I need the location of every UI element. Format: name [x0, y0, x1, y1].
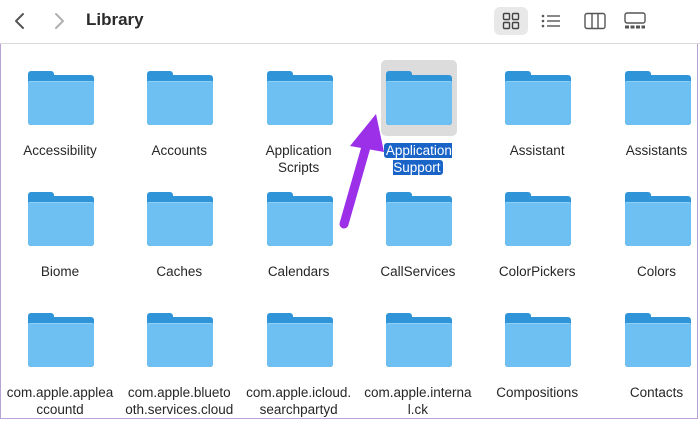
folder-icon: [147, 71, 214, 125]
folder-icon: [624, 313, 691, 367]
folder-item[interactable]: Compositions: [478, 302, 596, 416]
folder-label: Compositions: [496, 385, 579, 400]
folder-label: Assistants: [625, 143, 688, 158]
folder-icon: [624, 71, 691, 125]
folder-icon-container: [500, 60, 576, 136]
folder-item[interactable]: Application Scripts: [240, 60, 358, 175]
folder-label: Accessibility: [23, 143, 97, 158]
list-icon: [541, 14, 560, 28]
folder-item[interactable]: Accounts: [120, 60, 238, 174]
folder-grid: Accessibility Accounts Application Scripts…: [0, 60, 700, 421]
folder-label: ColorPickers: [498, 264, 576, 279]
folder-icon-container: [23, 60, 99, 136]
folder-icon-container: [620, 302, 696, 378]
folder-icon: [505, 313, 572, 367]
folder-icon: [385, 313, 452, 367]
folder-item[interactable]: com.apple.icloud. searchpartyd: [240, 302, 358, 417]
folder-icon-container: [262, 302, 338, 378]
folder-item[interactable]: CallServices: [359, 181, 477, 295]
folder-icon: [147, 313, 214, 367]
folder-label: Accounts: [151, 143, 208, 158]
folder-icon-container: [142, 60, 218, 136]
folder-icon: [266, 192, 333, 246]
folder-label: Colors: [636, 264, 676, 279]
finder-toolbar: Library: [0, 0, 700, 44]
folder-icon: [505, 71, 572, 125]
gallery-view-button[interactable]: [618, 7, 652, 35]
folder-label: Application Scripts: [265, 143, 332, 175]
folder-icon-container: [23, 181, 99, 257]
list-view-button[interactable]: [534, 7, 568, 35]
back-button[interactable]: [8, 9, 32, 33]
folder-label: com.apple.interna l.ck: [364, 385, 472, 417]
folder-icon: [28, 71, 94, 125]
folder-label: Biome: [40, 264, 80, 279]
chevron-right-icon: [55, 13, 64, 29]
folder-label: Calendars: [267, 264, 330, 279]
folder-item[interactable]: Caches: [120, 181, 238, 295]
folder-icon: [266, 313, 333, 367]
folder-item[interactable]: Assistants: [598, 60, 700, 174]
folder-label: com.apple.icloud. searchpartyd: [246, 385, 352, 417]
folder-icon: [624, 192, 691, 246]
folder-label: CallServices: [380, 264, 456, 279]
folder-icon: [505, 192, 572, 246]
forward-button[interactable]: [47, 9, 71, 33]
folder-item[interactable]: Assistant: [478, 60, 596, 174]
folder-item[interactable]: com.apple.blueto oth.services.cloud: [120, 302, 238, 417]
folder-icon: [385, 192, 452, 246]
folder-icon-container: [262, 181, 338, 257]
folder-label: com.apple.blueto oth.services.cloud: [125, 385, 234, 417]
folder-icon-container: [142, 181, 218, 257]
folder-label: Application Support: [383, 143, 452, 175]
folder-label: Contacts: [629, 385, 684, 400]
folder-icon-container: [620, 181, 696, 257]
folder-item[interactable]: com.apple.interna l.ck: [359, 302, 477, 417]
folder-item[interactable]: Contacts: [598, 302, 700, 416]
folder-icon-container: [620, 60, 696, 136]
columns-icon: [584, 12, 606, 30]
folder-icon-container: [500, 302, 576, 378]
folder-icon: [385, 71, 452, 125]
folder-label: com.apple.applea ccountd: [6, 385, 114, 417]
folder-icon: [266, 71, 333, 125]
folder-icon-container: [380, 60, 457, 136]
icon-view-button[interactable]: [494, 7, 528, 35]
gallery-icon: [624, 12, 646, 29]
folder-label: Caches: [156, 264, 203, 279]
folder-icon-container: [262, 60, 338, 136]
window-title: Library: [86, 10, 144, 29]
grid-icon: [502, 12, 520, 30]
folder-icon: [28, 313, 94, 367]
folder-item[interactable]: Application Support: [359, 60, 477, 175]
folder-icon-container: [500, 181, 576, 257]
folder-icon: [147, 192, 214, 246]
folder-item[interactable]: ColorPickers: [478, 181, 596, 295]
folder-item[interactable]: Colors: [598, 181, 700, 295]
folder-item[interactable]: Calendars: [240, 181, 358, 295]
folder-item[interactable]: Biome: [1, 181, 119, 295]
folder-icon-container: [142, 302, 218, 378]
folder-label: Assistant: [509, 143, 565, 158]
folder-item[interactable]: Accessibility: [1, 60, 119, 174]
folder-icon: [28, 192, 94, 246]
folder-icon-container: [23, 302, 99, 378]
column-view-button[interactable]: [578, 7, 612, 35]
folder-icon-container: [381, 302, 457, 378]
chevron-left-icon: [15, 13, 24, 29]
folder-item[interactable]: com.apple.applea ccountd: [1, 302, 119, 417]
folder-icon-container: [381, 181, 457, 257]
